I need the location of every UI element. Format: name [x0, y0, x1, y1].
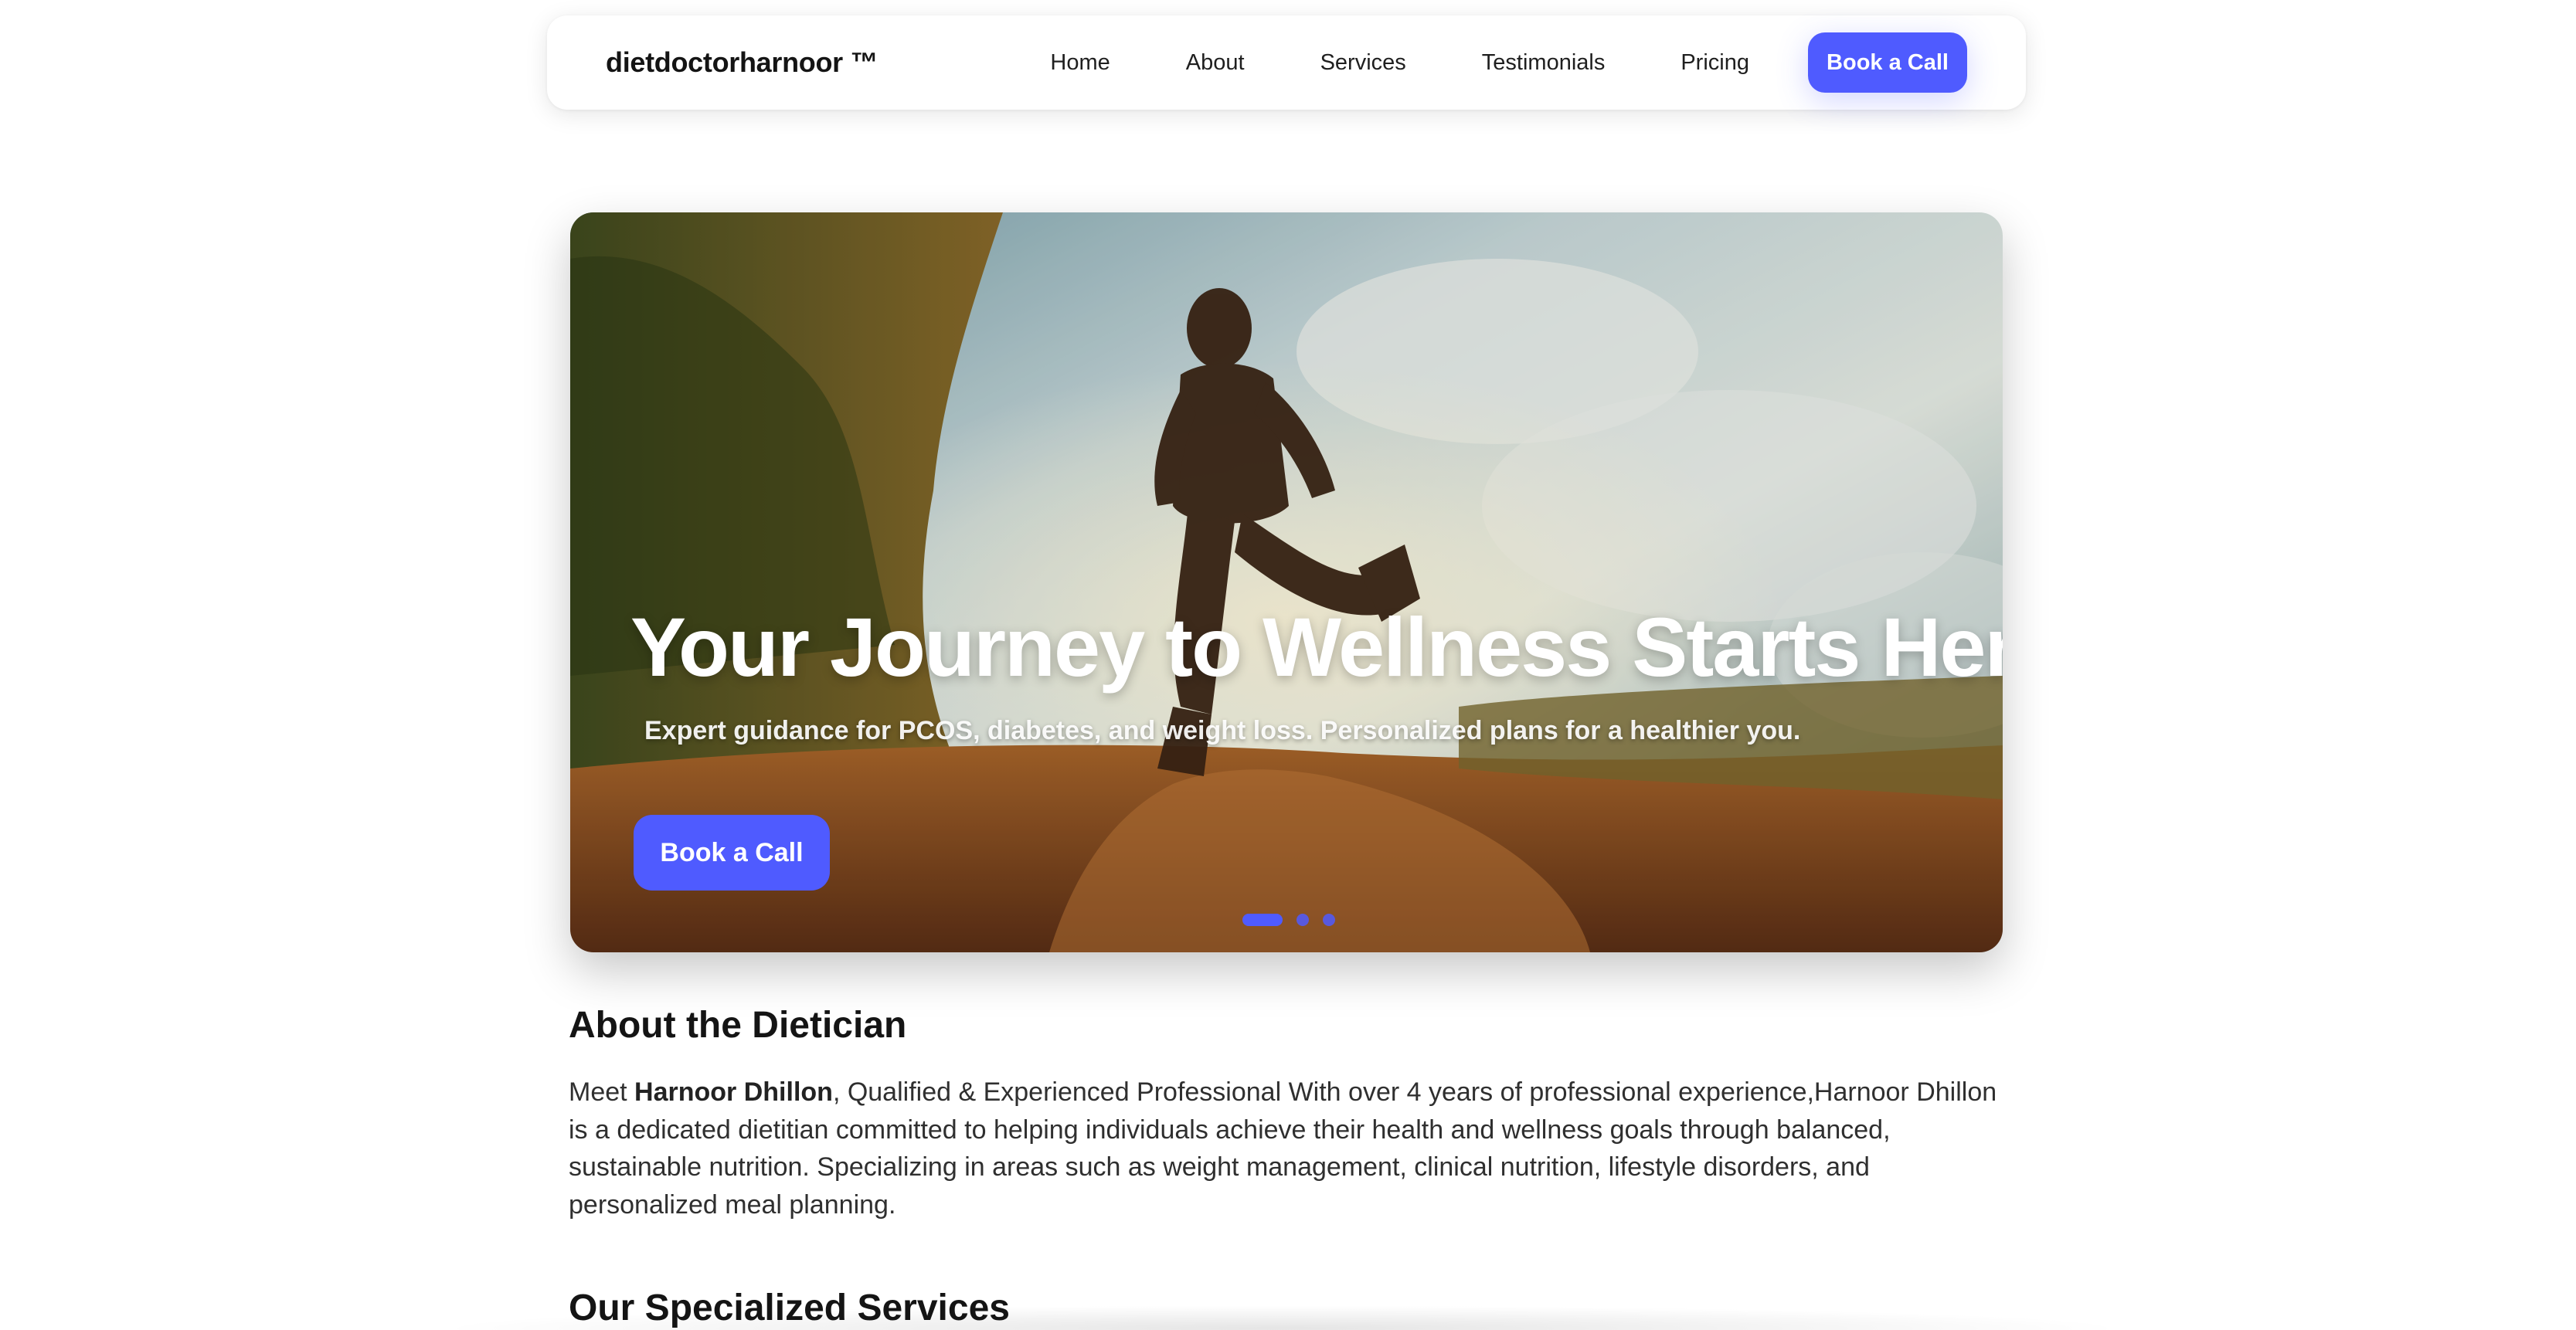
about-text-prefix: Meet [569, 1077, 635, 1107]
carousel-indicators [1242, 914, 1349, 926]
hero-book-call-button[interactable]: Book a Call [634, 815, 830, 891]
nav-testimonials[interactable]: Testimonials [1482, 50, 1606, 76]
dietician-name: Harnoor Dhillon [634, 1077, 833, 1107]
services-heading: Our Specialized Services [569, 1288, 1010, 1328]
carousel-dot-1[interactable] [1242, 914, 1283, 926]
about-paragraph: Meet Harnoor Dhillon, Qualified & Experi… [569, 1074, 2006, 1223]
hero-subtitle: Expert guidance for PCOS, diabetes, and … [644, 716, 1801, 745]
carousel-dot-2[interactable] [1296, 914, 1309, 926]
nav-about[interactable]: About [1186, 50, 1245, 76]
nav-pricing[interactable]: Pricing [1681, 50, 1749, 76]
site-header: dietdoctorharnoor ™ Home About Services … [547, 15, 2026, 110]
nav-home[interactable]: Home [1050, 50, 1110, 76]
page: dietdoctorharnoor ™ Home About Services … [0, 0, 2576, 1330]
hero-title: Your Journey to Wellness Starts Here [630, 600, 2003, 694]
nav-services[interactable]: Services [1320, 50, 1406, 76]
main-nav: Home About Services Testimonials Pricing… [1050, 32, 1967, 93]
header-book-call-button[interactable]: Book a Call [1808, 32, 1967, 93]
hero-carousel: Your Journey to Wellness Starts Here Exp… [570, 212, 2003, 952]
carousel-dot-3[interactable] [1323, 914, 1335, 926]
brand-logo[interactable]: dietdoctorharnoor ™ [606, 46, 878, 79]
about-heading: About the Dietician [569, 1005, 907, 1046]
